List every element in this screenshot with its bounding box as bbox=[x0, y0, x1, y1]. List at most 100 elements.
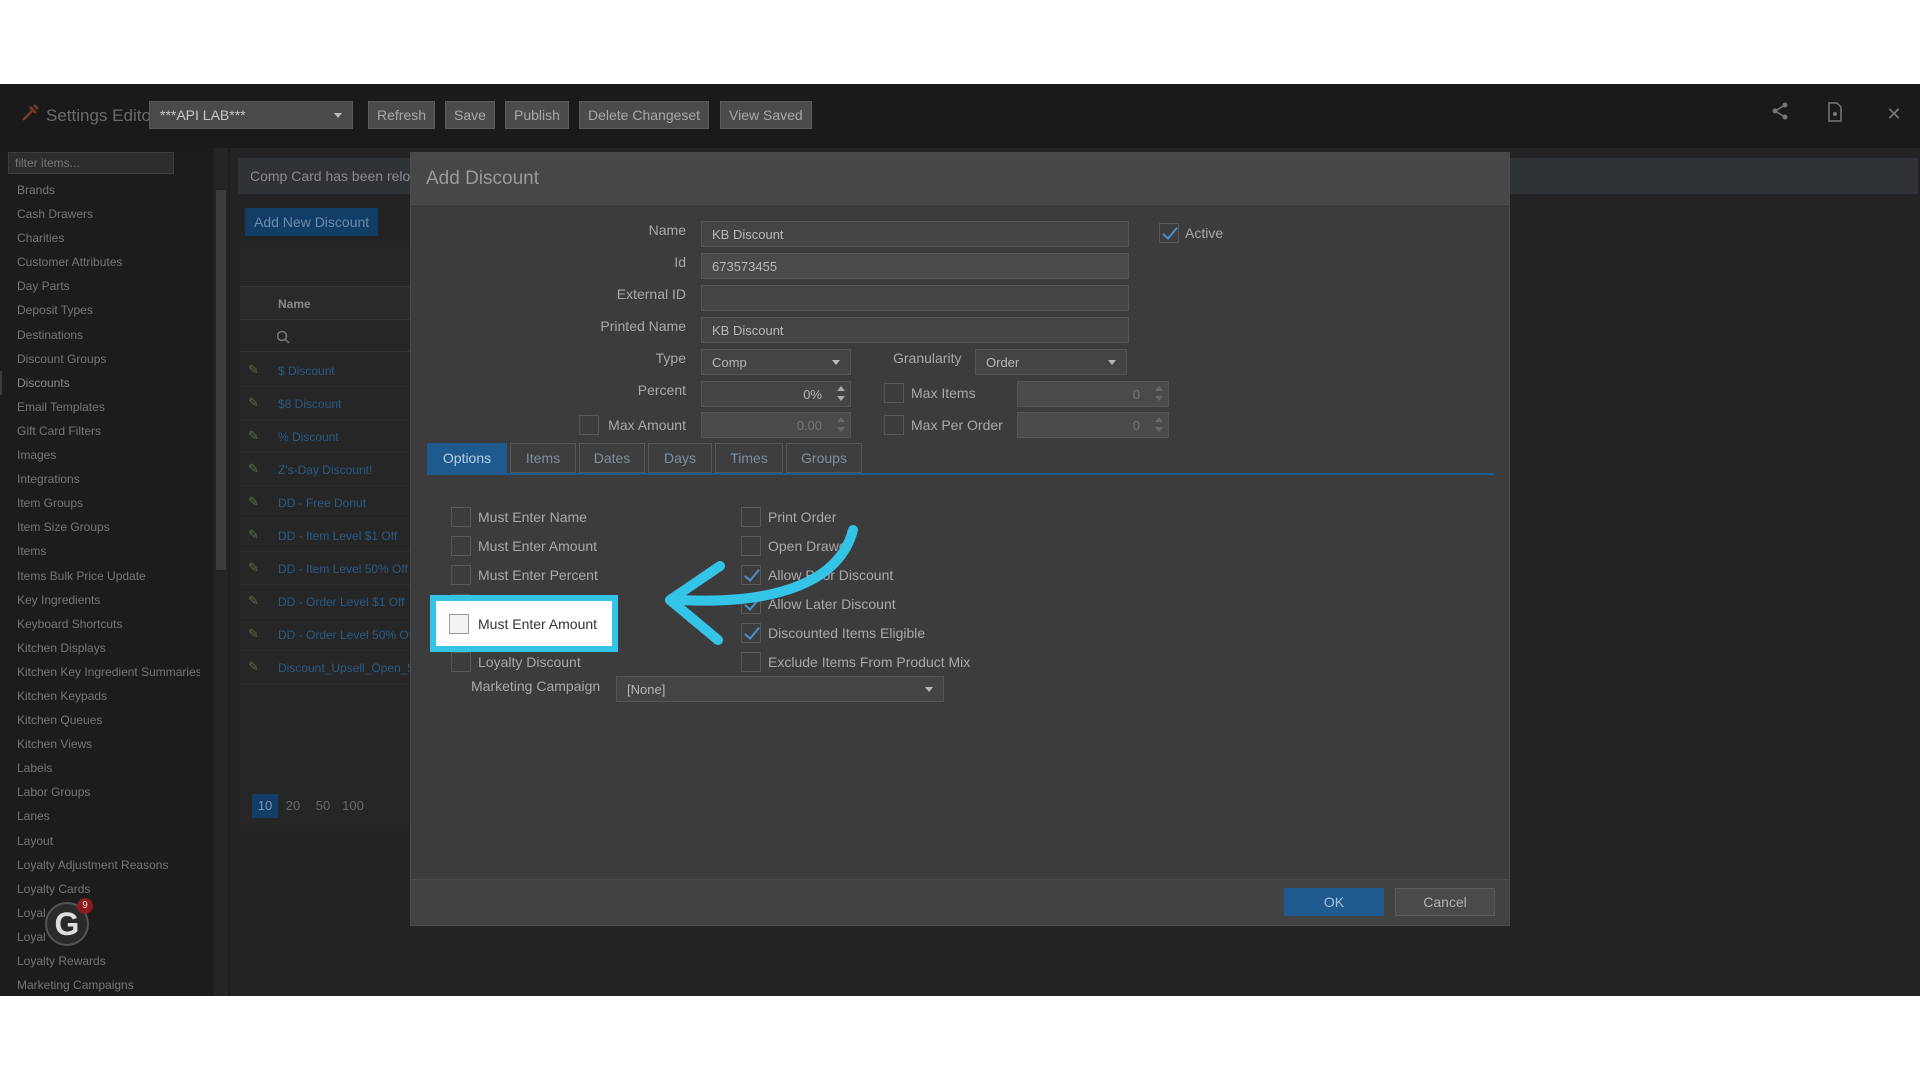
tab-days[interactable]: Days bbox=[648, 443, 712, 473]
sidebar-item-layout[interactable]: Layout bbox=[0, 829, 200, 853]
delete-changeset-button[interactable]: Delete Changeset bbox=[579, 101, 710, 129]
sidebar-item-item-size-groups[interactable]: Item Size Groups bbox=[0, 515, 200, 539]
sidebar-item-images[interactable]: Images bbox=[0, 443, 200, 467]
sidebar-item-keyboard-shortcuts[interactable]: Keyboard Shortcuts bbox=[0, 612, 200, 636]
pencil-icon[interactable]: ✎ bbox=[248, 527, 259, 543]
close-icon[interactable]: ✕ bbox=[1882, 102, 1906, 126]
scrollbar-thumb[interactable] bbox=[216, 190, 226, 570]
page-size-selector: 10 20 50 100 bbox=[252, 794, 368, 820]
tab-groups[interactable]: Groups bbox=[786, 443, 862, 473]
discount-name-link[interactable]: Discount_Upsell_Open_$ bbox=[278, 661, 414, 675]
sidebar-item-loyalty-adjustment-reasons[interactable]: Loyalty Adjustment Reasons bbox=[0, 853, 200, 877]
column-header-name[interactable]: Name bbox=[278, 297, 311, 311]
chevron-down-icon bbox=[925, 687, 933, 692]
sidebar-item-brands[interactable]: Brands bbox=[0, 178, 200, 202]
sidebar-item-marketing-campaigns[interactable]: Marketing Campaigns bbox=[0, 973, 200, 996]
filter-items-input[interactable] bbox=[8, 152, 174, 174]
sidebar-item-kitchen-queues[interactable]: Kitchen Queues bbox=[0, 708, 200, 732]
sidebar-item-labor-groups[interactable]: Labor Groups bbox=[0, 780, 200, 804]
must-enter-amount-checkbox[interactable] bbox=[451, 536, 471, 556]
tab-dates[interactable]: Dates bbox=[579, 443, 645, 473]
sidebar-item-loyal[interactable]: Loyal bbox=[0, 925, 200, 949]
discount-name-link[interactable]: % Discount bbox=[278, 430, 339, 444]
pencil-icon[interactable]: ✎ bbox=[248, 560, 259, 576]
add-new-discount-button[interactable]: Add New Discount bbox=[245, 208, 379, 236]
pencil-icon[interactable]: ✎ bbox=[248, 494, 259, 510]
external-id-field[interactable] bbox=[701, 285, 1129, 311]
granularity-select[interactable]: Order bbox=[975, 349, 1127, 375]
refresh-button[interactable]: Refresh bbox=[368, 101, 436, 129]
max-amount-checkbox[interactable] bbox=[579, 415, 599, 435]
type-select[interactable]: Comp bbox=[701, 349, 851, 375]
sidebar-item-discounts[interactable]: Discounts bbox=[0, 371, 200, 395]
sidebar-item-kitchen-displays[interactable]: Kitchen Displays bbox=[0, 636, 200, 660]
marketing-campaign-select[interactable]: [None] bbox=[616, 676, 944, 702]
sidebar-item-destinations[interactable]: Destinations bbox=[0, 323, 200, 347]
pencil-icon[interactable]: ✎ bbox=[248, 626, 259, 642]
sidebar-item-loyalty-cards[interactable]: Loyalty Cards bbox=[0, 877, 200, 901]
discount-name-link[interactable]: DD - Item Level 50% Off bbox=[278, 562, 408, 576]
max-items-checkbox[interactable] bbox=[884, 383, 904, 403]
percent-field[interactable]: 0% bbox=[701, 381, 851, 407]
discount-name-link[interactable]: Z's-Day Discount! bbox=[278, 463, 372, 477]
name-field[interactable]: KB Discount bbox=[701, 221, 1129, 247]
sidebar-item-key-ingredients[interactable]: Key Ingredients bbox=[0, 588, 200, 612]
sidebar-item-kitchen-keypads[interactable]: Kitchen Keypads bbox=[0, 684, 200, 708]
spinner-icon[interactable] bbox=[837, 386, 845, 402]
tab-options[interactable]: Options bbox=[427, 443, 507, 473]
pencil-icon[interactable]: ✎ bbox=[248, 362, 259, 378]
pencil-icon[interactable]: ✎ bbox=[248, 659, 259, 675]
max-per-order-checkbox[interactable] bbox=[884, 415, 904, 435]
sidebar-item-items[interactable]: Items bbox=[0, 539, 200, 563]
sidebar-item-discount-groups[interactable]: Discount Groups bbox=[0, 347, 200, 371]
page-size-100[interactable]: 100 bbox=[338, 794, 368, 818]
must-enter-name-checkbox[interactable] bbox=[451, 507, 471, 527]
document-icon[interactable] bbox=[1823, 102, 1847, 126]
sidebar-item-labels[interactable]: Labels bbox=[0, 756, 200, 780]
tab-times[interactable]: Times bbox=[715, 443, 783, 473]
printed-name-field[interactable]: KB Discount bbox=[701, 317, 1129, 343]
environment-select[interactable]: ***API LAB*** bbox=[149, 101, 353, 129]
sidebar-item-kitchen-key-ingredient-summaries[interactable]: Kitchen Key Ingredient Summaries bbox=[0, 660, 200, 684]
sidebar-item-loyalty-rewards[interactable]: Loyalty Rewards bbox=[0, 949, 200, 973]
sidebar-item-day-parts[interactable]: Day Parts bbox=[0, 274, 200, 298]
must-enter-amount-checkbox-highlighted[interactable] bbox=[449, 614, 469, 634]
discount-name-link[interactable]: $ Discount bbox=[278, 364, 335, 378]
discount-name-link[interactable]: DD - Item Level $1 Off bbox=[278, 529, 397, 543]
save-button[interactable]: Save bbox=[445, 101, 495, 129]
pencil-icon[interactable]: ✎ bbox=[248, 395, 259, 411]
discount-name-link[interactable]: DD - Order Level $1 Off bbox=[278, 595, 405, 609]
must-enter-percent-checkbox[interactable] bbox=[451, 565, 471, 585]
sidebar-item-customer-attributes[interactable]: Customer Attributes bbox=[0, 250, 200, 274]
ok-button[interactable]: OK bbox=[1284, 888, 1384, 916]
page-size-50[interactable]: 50 bbox=[308, 794, 338, 818]
discount-name-link[interactable]: DD - Free Donut bbox=[278, 496, 366, 510]
page-size-10[interactable]: 10 bbox=[252, 794, 278, 818]
tab-items[interactable]: Items bbox=[510, 443, 576, 473]
share-icon[interactable] bbox=[1768, 102, 1792, 126]
sidebar-item-item-groups[interactable]: Item Groups bbox=[0, 491, 200, 515]
sidebar-item-loyal[interactable]: Loyal bbox=[0, 901, 200, 925]
sidebar-item-deposit-types[interactable]: Deposit Types bbox=[0, 298, 200, 322]
discount-name-link[interactable]: DD - Order Level 50% Of bbox=[278, 628, 412, 642]
spinner-icon bbox=[1155, 417, 1163, 433]
pencil-icon[interactable]: ✎ bbox=[248, 428, 259, 444]
sidebar-item-gift-card-filters[interactable]: Gift Card Filters bbox=[0, 419, 200, 443]
publish-button[interactable]: Publish bbox=[505, 101, 569, 129]
active-checkbox[interactable] bbox=[1159, 223, 1179, 243]
pencil-icon[interactable]: ✎ bbox=[248, 461, 259, 477]
sidebar-item-charities[interactable]: Charities bbox=[0, 226, 200, 250]
sidebar-item-kitchen-views[interactable]: Kitchen Views bbox=[0, 732, 200, 756]
sidebar-scrollbar[interactable] bbox=[214, 148, 228, 996]
sidebar-item-email-templates[interactable]: Email Templates bbox=[0, 395, 200, 419]
sidebar-item-integrations[interactable]: Integrations bbox=[0, 467, 200, 491]
view-saved-button[interactable]: View Saved bbox=[720, 101, 812, 129]
loyalty-discount-checkbox[interactable] bbox=[451, 652, 471, 672]
sidebar-item-cash-drawers[interactable]: Cash Drawers bbox=[0, 202, 200, 226]
page-size-20[interactable]: 20 bbox=[278, 794, 308, 818]
sidebar-item-items-bulk-price-update[interactable]: Items Bulk Price Update bbox=[0, 564, 200, 588]
discount-name-link[interactable]: $8 Discount bbox=[278, 397, 341, 411]
pencil-icon[interactable]: ✎ bbox=[248, 593, 259, 609]
sidebar-item-lanes[interactable]: Lanes bbox=[0, 804, 200, 828]
cancel-button[interactable]: Cancel bbox=[1395, 888, 1495, 916]
